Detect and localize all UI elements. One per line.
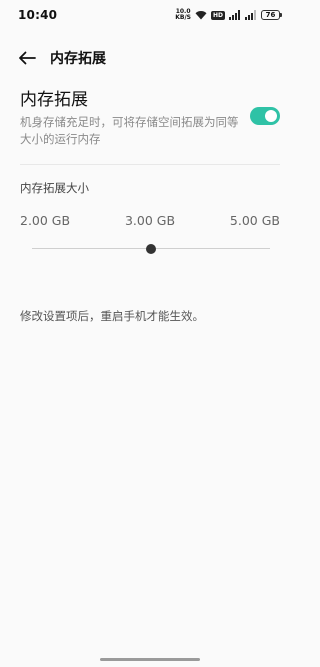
hd-badge: HD xyxy=(210,10,225,20)
back-arrow-icon xyxy=(19,51,36,65)
network-speed-unit: KB/S xyxy=(175,14,191,21)
network-speed: 10.0 KB/S xyxy=(175,9,191,21)
size-option-2gb[interactable]: 2.00 GB xyxy=(20,213,70,228)
page-title: 内存拓展 xyxy=(50,51,106,67)
switch-knob xyxy=(265,110,277,122)
back-button[interactable] xyxy=(14,45,40,71)
slider-thumb[interactable] xyxy=(146,244,156,254)
home-indicator[interactable] xyxy=(100,658,200,661)
size-section-label: 内存拓展大小 xyxy=(20,181,89,195)
size-options: 2.00 GB 3.00 GB 5.00 GB xyxy=(20,213,280,228)
signal-icon-secondary xyxy=(245,10,257,20)
signal-icon xyxy=(229,10,241,20)
battery-icon: 76 xyxy=(261,10,282,20)
divider xyxy=(20,164,280,165)
expansion-description: 机身存储充足时，可将存储空间拓展为同等大小的运行内存 xyxy=(20,115,239,146)
status-bar: 10:40 10.0 KB/S HD 76 xyxy=(0,0,300,30)
size-slider[interactable] xyxy=(32,243,270,255)
battery-level: 76 xyxy=(261,10,280,20)
expansion-switch[interactable] xyxy=(250,107,280,125)
size-option-5gb[interactable]: 5.00 GB xyxy=(230,213,280,228)
expansion-toggle-row[interactable]: 内存拓展 机身存储充足时，可将存储空间拓展为同等大小的运行内存 xyxy=(20,88,282,148)
status-icons: 10.0 KB/S HD 76 xyxy=(175,9,282,21)
screen: 10:40 10.0 KB/S HD 76 内存拓展 内存拓展 机身存储充足时，… xyxy=(0,0,300,667)
size-option-3gb[interactable]: 3.00 GB xyxy=(125,213,175,228)
header: 内存拓展 xyxy=(0,40,300,76)
wifi-icon xyxy=(195,10,207,20)
restart-note: 修改设置项后，重启手机才能生效。 xyxy=(20,309,204,323)
expansion-title: 内存拓展 xyxy=(20,90,88,110)
status-time: 10:40 xyxy=(18,8,58,22)
